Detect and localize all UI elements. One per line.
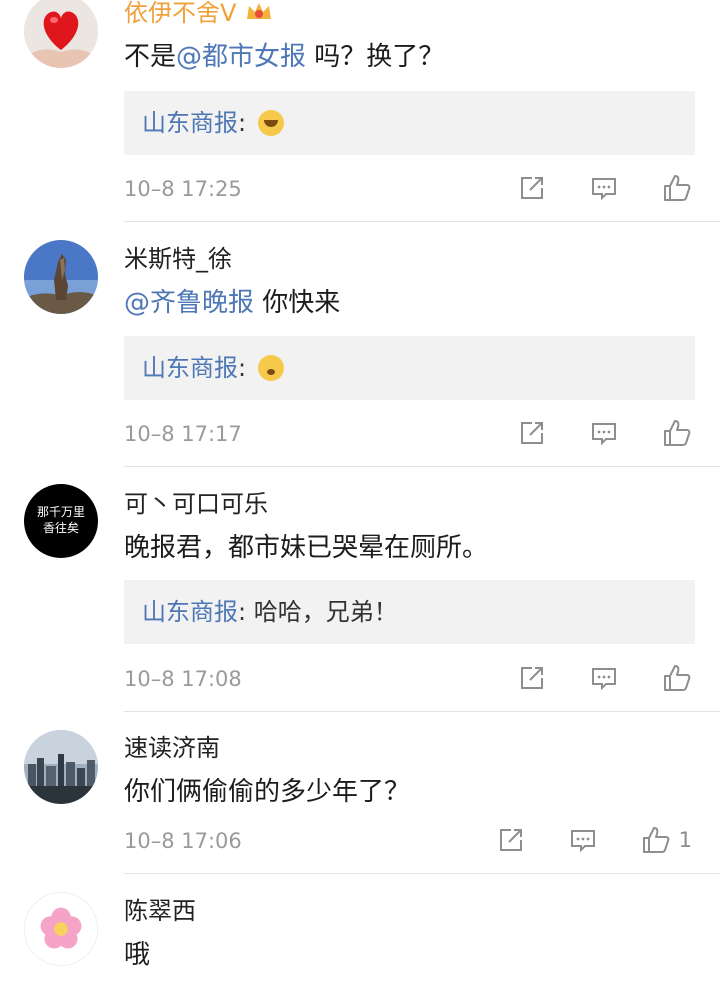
comment-icon (592, 423, 616, 446)
comment-icon (592, 178, 616, 201)
reply-author[interactable]: 山东商报 (142, 598, 238, 626)
divider (124, 221, 720, 222)
comment-text: 晚报君，都市妹已哭晕在厕所。 (124, 533, 489, 563)
divider (124, 711, 720, 712)
comment-text: 哦 (124, 940, 151, 970)
avatar[interactable] (24, 730, 98, 804)
share-button[interactable] (518, 419, 546, 447)
thumbs-up-icon (642, 827, 670, 853)
avatar[interactable] (24, 0, 98, 68)
reply-box[interactable]: 山东商报: 哈哈，兄弟！ (124, 580, 695, 644)
share-icon (521, 177, 543, 199)
comment-text: @齐鲁晚报 你快来 (124, 288, 341, 318)
timestamp: 10–8 17:25 (124, 177, 242, 201)
rock-landscape-avatar-icon (24, 240, 98, 314)
share-button[interactable] (497, 826, 525, 854)
comment-text: 你们俩偷偷的多少年了？ (124, 777, 411, 807)
username[interactable]: 依伊不舍V (124, 0, 274, 28)
city-skyline-avatar-icon (24, 730, 98, 804)
reply-author[interactable]: 山东商报 (142, 109, 238, 137)
username[interactable]: 米斯特_徐 (124, 244, 232, 274)
reply-box[interactable]: 山东商报: (124, 336, 695, 400)
share-icon (521, 422, 543, 444)
timestamp: 10–8 17:17 (124, 422, 242, 446)
calligraphy-avatar: 那千万里 香往矣 (36, 505, 85, 535)
reply-author[interactable]: 山东商报 (142, 354, 238, 382)
username[interactable]: 陈翠西 (124, 896, 196, 926)
timestamp: 10–8 17:06 (124, 829, 242, 853)
comment-button[interactable] (590, 664, 618, 692)
like-button[interactable] (662, 418, 692, 448)
reply-box[interactable]: 山东商报: (124, 91, 695, 155)
heart-in-hands-avatar-icon (24, 0, 98, 68)
flower-avatar-icon (25, 893, 97, 965)
username[interactable]: 可丶可口可乐 (124, 489, 268, 519)
like-button[interactable] (662, 173, 692, 203)
mention-link[interactable]: @都市女报 (176, 42, 306, 72)
action-bar (474, 413, 692, 453)
avatar[interactable] (24, 240, 98, 314)
like-button[interactable] (662, 663, 692, 693)
thumbs-up-icon (664, 420, 691, 446)
comment-text: 不是@都市女报 吗？换了？ (124, 42, 445, 72)
thumbs-up-icon (664, 175, 691, 201)
thumbs-up-icon (664, 665, 691, 691)
comment-button[interactable] (569, 826, 597, 854)
avatar[interactable] (24, 892, 98, 966)
divider (124, 466, 720, 467)
share-icon (499, 829, 522, 851)
comment-icon (570, 830, 595, 853)
laughing-emoji-icon (257, 110, 284, 136)
like-count: 1 (678, 828, 692, 852)
action-bar (474, 168, 692, 208)
action-bar (474, 658, 692, 698)
comment-button[interactable] (590, 419, 618, 447)
username[interactable]: 速读济南 (124, 733, 220, 763)
surprised-emoji-icon (257, 355, 284, 381)
vip-crown-icon (244, 0, 274, 27)
share-button[interactable] (518, 174, 546, 202)
divider (124, 873, 720, 874)
share-icon (521, 667, 543, 689)
like-button[interactable]: 1 (641, 825, 692, 855)
mention-link[interactable]: @齐鲁晚报 (124, 288, 254, 318)
comment-icon (592, 668, 616, 691)
comment-button[interactable] (590, 174, 618, 202)
share-button[interactable] (518, 664, 546, 692)
avatar[interactable]: 那千万里 香往矣 (24, 484, 98, 558)
timestamp: 10–8 17:08 (124, 667, 242, 691)
action-bar: 1 (453, 820, 692, 860)
